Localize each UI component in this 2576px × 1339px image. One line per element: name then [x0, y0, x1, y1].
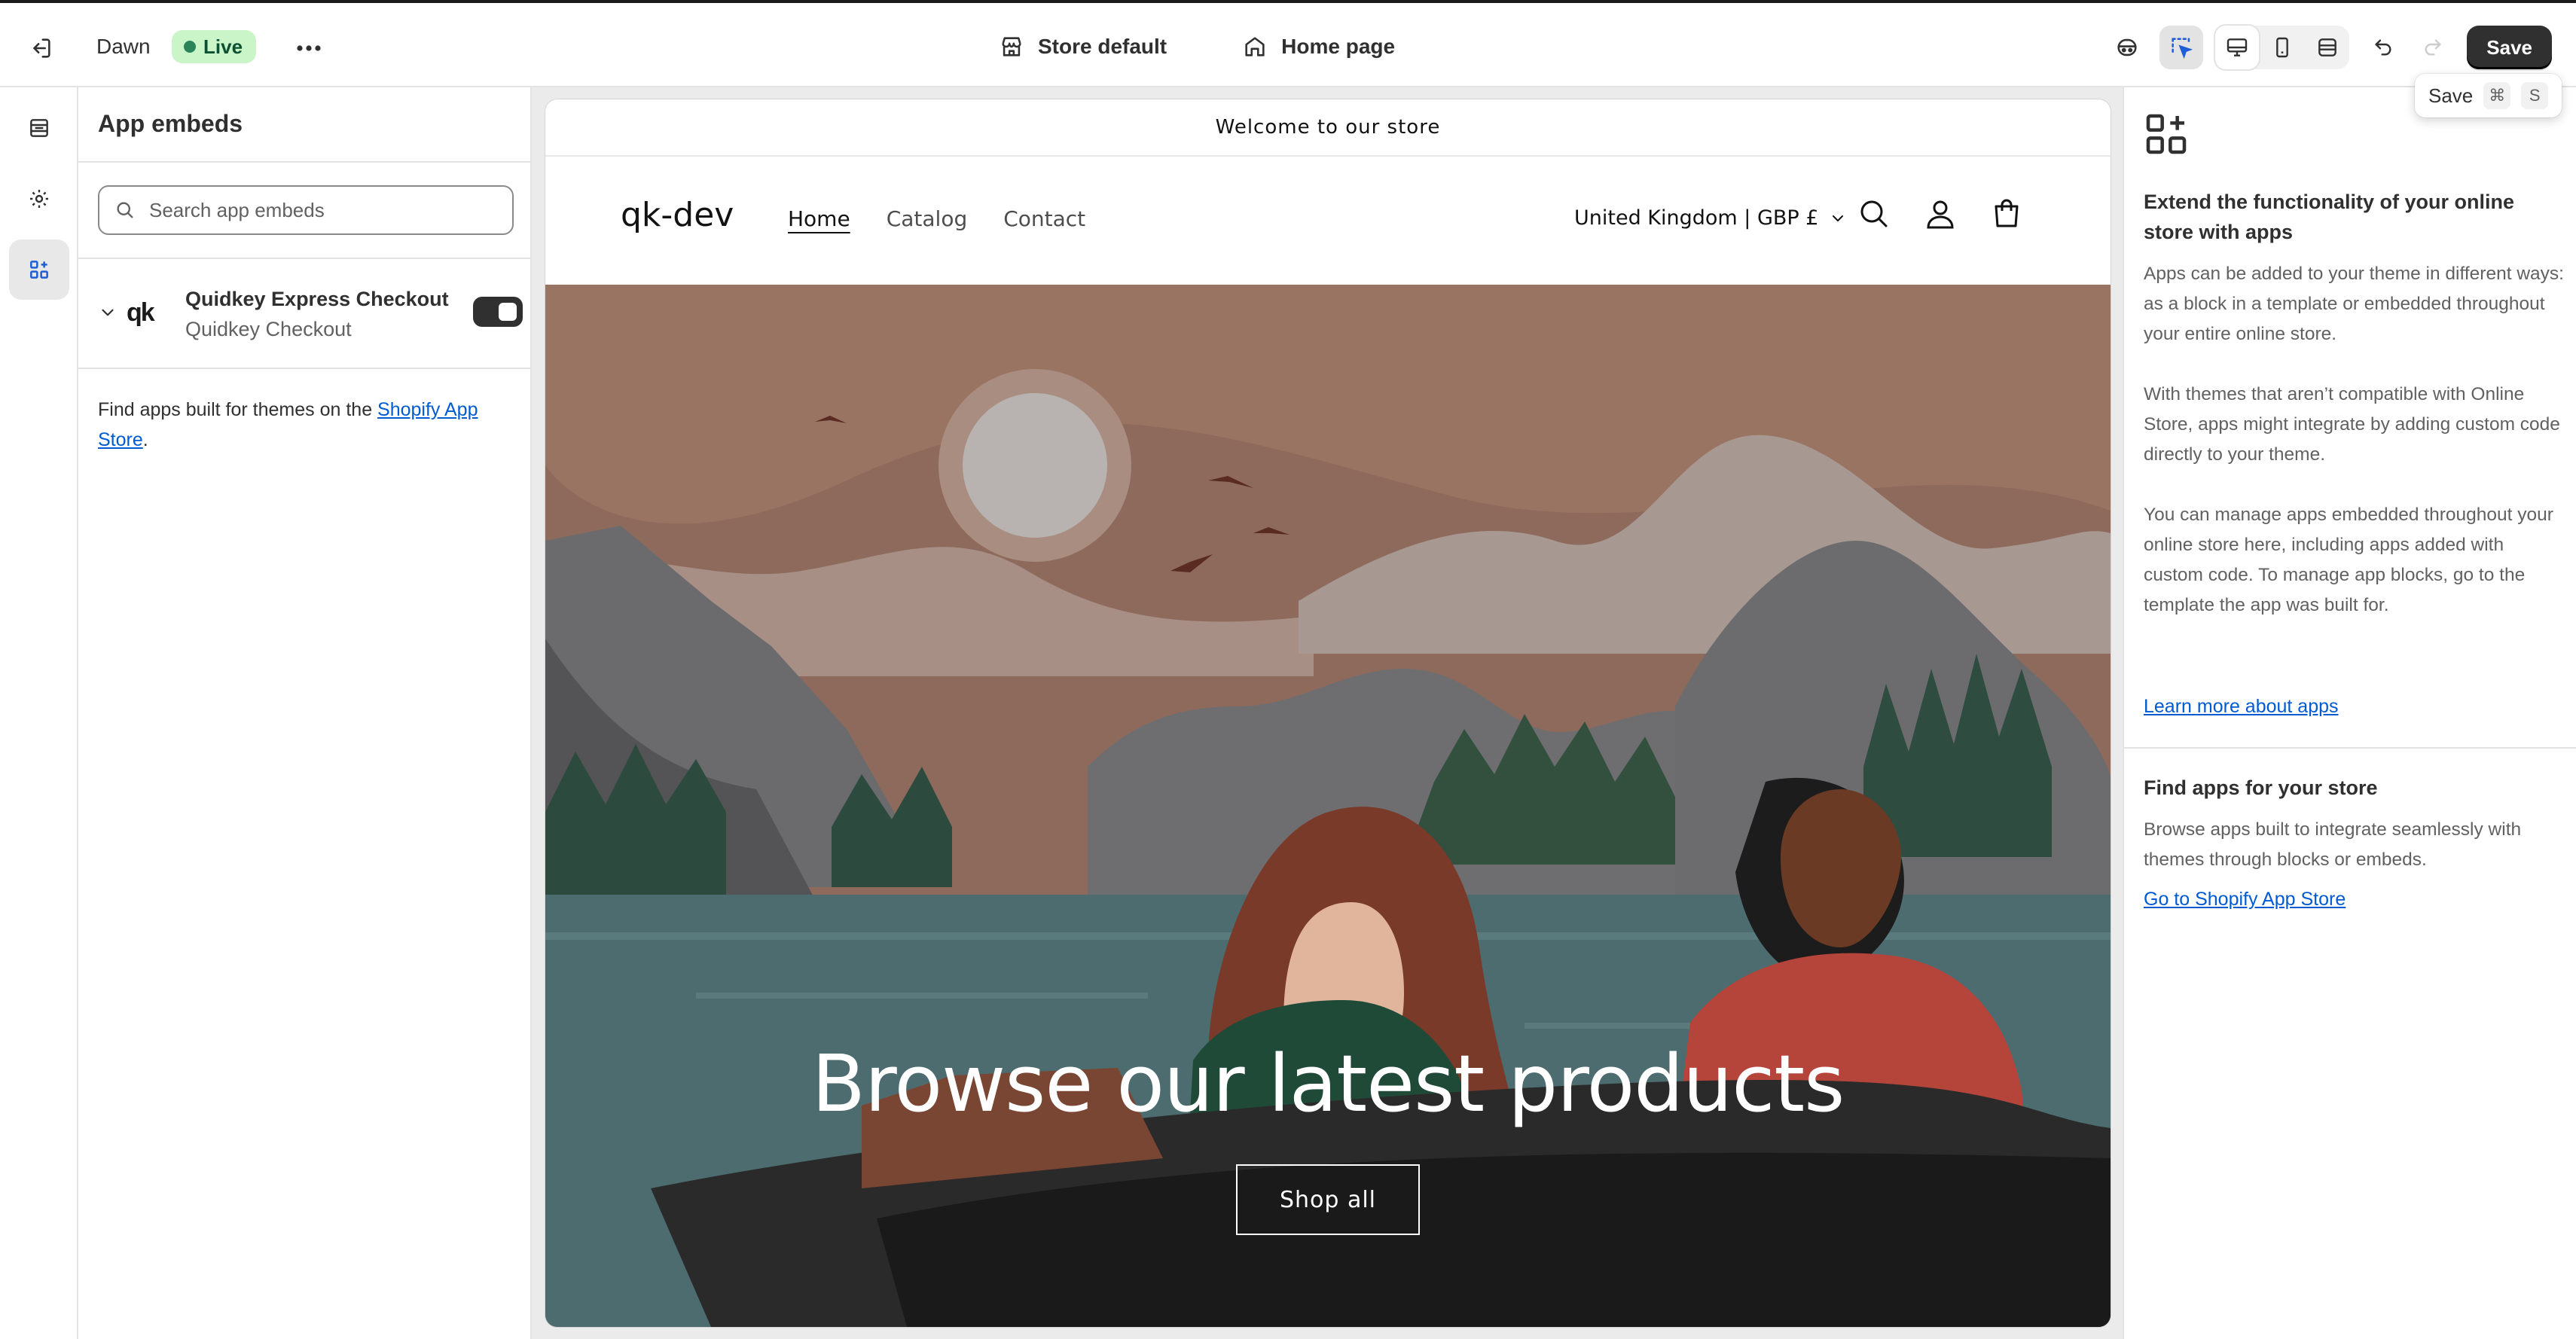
divider — [78, 368, 530, 369]
save-tooltip: Save ⌘ S — [2415, 74, 2562, 117]
store-icon — [1002, 37, 1021, 56]
search-icon[interactable] — [1856, 196, 1892, 232]
store-preview: Welcome to our store qk-dev Home Catalog… — [545, 99, 2111, 1327]
more-actions-button[interactable] — [289, 29, 328, 68]
live-dot-icon — [184, 41, 196, 53]
more-horizontal-icon — [297, 45, 321, 51]
go-to-app-store-link[interactable]: Go to Shopify App Store — [2144, 889, 2346, 910]
mobile-icon — [2276, 37, 2289, 58]
info-panel: Extend the functionality of your online … — [2123, 87, 2576, 1339]
hero-banner: Browse our latest products Shop all — [545, 285, 2111, 1327]
page-picker-label: Home page — [1281, 35, 1396, 58]
home-icon — [1245, 37, 1265, 56]
undo-button[interactable] — [2361, 26, 2405, 69]
app-subtitle: Quidkey Checkout — [185, 318, 352, 340]
panel-title: App embeds — [98, 110, 243, 137]
learn-more-link[interactable]: Learn more about apps — [2144, 696, 2339, 718]
store-picker[interactable]: Store default — [999, 26, 1167, 68]
hero-title: Browse our latest products — [811, 1038, 1845, 1130]
sidekick-button[interactable] — [2105, 26, 2149, 69]
locale-selector[interactable]: United Kingdom | GBP £ — [1574, 206, 1847, 230]
app-extensions-icon — [2146, 114, 2187, 154]
announcement-bar: Welcome to our store — [545, 99, 2111, 157]
find-apps-paragraph: Browse apps built to integrate seamlessl… — [2144, 819, 2522, 870]
chevron-down-icon — [1833, 215, 1844, 221]
context-pickers: Store default Home page — [999, 26, 1395, 68]
search-box — [98, 185, 514, 235]
app-embed-item: qk Quidkey Express Checkout Quidkey Chec… — [93, 282, 524, 349]
extend-paragraph-2: With themes that aren’t compatible with … — [2144, 384, 2560, 465]
find-apps-prefix: Find apps built for themes on the — [98, 399, 378, 420]
store-header: qk-dev Home Catalog Contact United Kingd… — [545, 158, 2111, 285]
locale-label: United Kingdom | GBP £ — [1574, 206, 1819, 230]
divider — [2124, 747, 2576, 749]
device-switcher — [2215, 26, 2350, 69]
command-key: ⌘ — [2483, 82, 2511, 109]
sidekick-icon — [2117, 38, 2137, 56]
app-name: Quidkey Express Checkout — [185, 288, 449, 310]
toggle-knob — [499, 303, 517, 321]
sections-button[interactable] — [9, 98, 69, 158]
top-bar: Dawn Live Store default Home page Save — [0, 0, 2576, 87]
find-apps-suffix: . — [142, 429, 148, 450]
extend-heading: Extend the functionality of your online … — [2144, 191, 2515, 243]
find-apps-heading: Find apps for your store — [2144, 776, 2378, 799]
shop-all-button[interactable]: Shop all — [1236, 1164, 1420, 1235]
quidkey-logo: qk — [127, 298, 155, 327]
sections-icon — [30, 119, 48, 137]
exit-button[interactable] — [23, 30, 59, 66]
theme-name: Dawn — [96, 35, 151, 58]
nav-contact[interactable]: Contact — [1003, 206, 1085, 231]
header-icons — [1856, 196, 2025, 232]
cart-icon[interactable] — [1988, 196, 2025, 232]
account-icon[interactable] — [1922, 196, 1958, 232]
desktop-icon — [2227, 38, 2248, 56]
search-input[interactable] — [149, 198, 496, 222]
tooltip-label: Save — [2428, 84, 2474, 107]
divider — [78, 161, 530, 163]
left-rail — [0, 87, 78, 1339]
s-key: S — [2521, 82, 2549, 109]
layout-icon — [2318, 38, 2337, 56]
save-button[interactable]: Save — [2467, 26, 2552, 69]
live-badge: Live — [172, 30, 257, 63]
chevron-down-icon — [102, 309, 114, 316]
theme-settings-button[interactable] — [9, 169, 69, 229]
store-nav: Home Catalog Contact — [788, 206, 1085, 231]
nav-home[interactable]: Home — [788, 206, 850, 231]
store-picker-label: Store default — [1038, 35, 1167, 58]
app-embeds-button[interactable] — [9, 239, 69, 300]
app-embeds-panel: App embeds qk Quidkey Express Checkout Q… — [78, 87, 532, 1339]
desktop-view-button[interactable] — [2215, 26, 2260, 69]
store-logo[interactable]: qk-dev — [621, 196, 734, 234]
nav-catalog[interactable]: Catalog — [887, 206, 968, 231]
apps-icon — [30, 261, 48, 279]
divider — [78, 258, 530, 259]
live-badge-label: Live — [203, 35, 243, 58]
page-picker[interactable]: Home page — [1242, 26, 1395, 68]
fullscreen-view-button[interactable] — [2306, 26, 2349, 69]
gear-icon — [30, 190, 48, 208]
inspector-button[interactable] — [2159, 26, 2204, 69]
toolbar-right: Save — [2105, 26, 2552, 69]
redo-icon — [2425, 39, 2441, 56]
find-apps-text: Find apps built for themes on the Shopif… — [98, 395, 520, 455]
exit-icon — [33, 38, 50, 58]
extend-paragraph-1: Apps can be added to your theme in diffe… — [2144, 264, 2564, 344]
app-enabled-toggle[interactable] — [473, 297, 523, 327]
expand-app-button[interactable] — [98, 303, 118, 322]
redo-button[interactable] — [2411, 26, 2455, 69]
cursor-select-icon — [2172, 38, 2193, 59]
search-icon — [117, 202, 133, 218]
extend-paragraph-3: You can manage apps embedded throughout … — [2144, 505, 2553, 615]
undo-icon — [2375, 39, 2391, 56]
mobile-view-button[interactable] — [2260, 26, 2304, 69]
